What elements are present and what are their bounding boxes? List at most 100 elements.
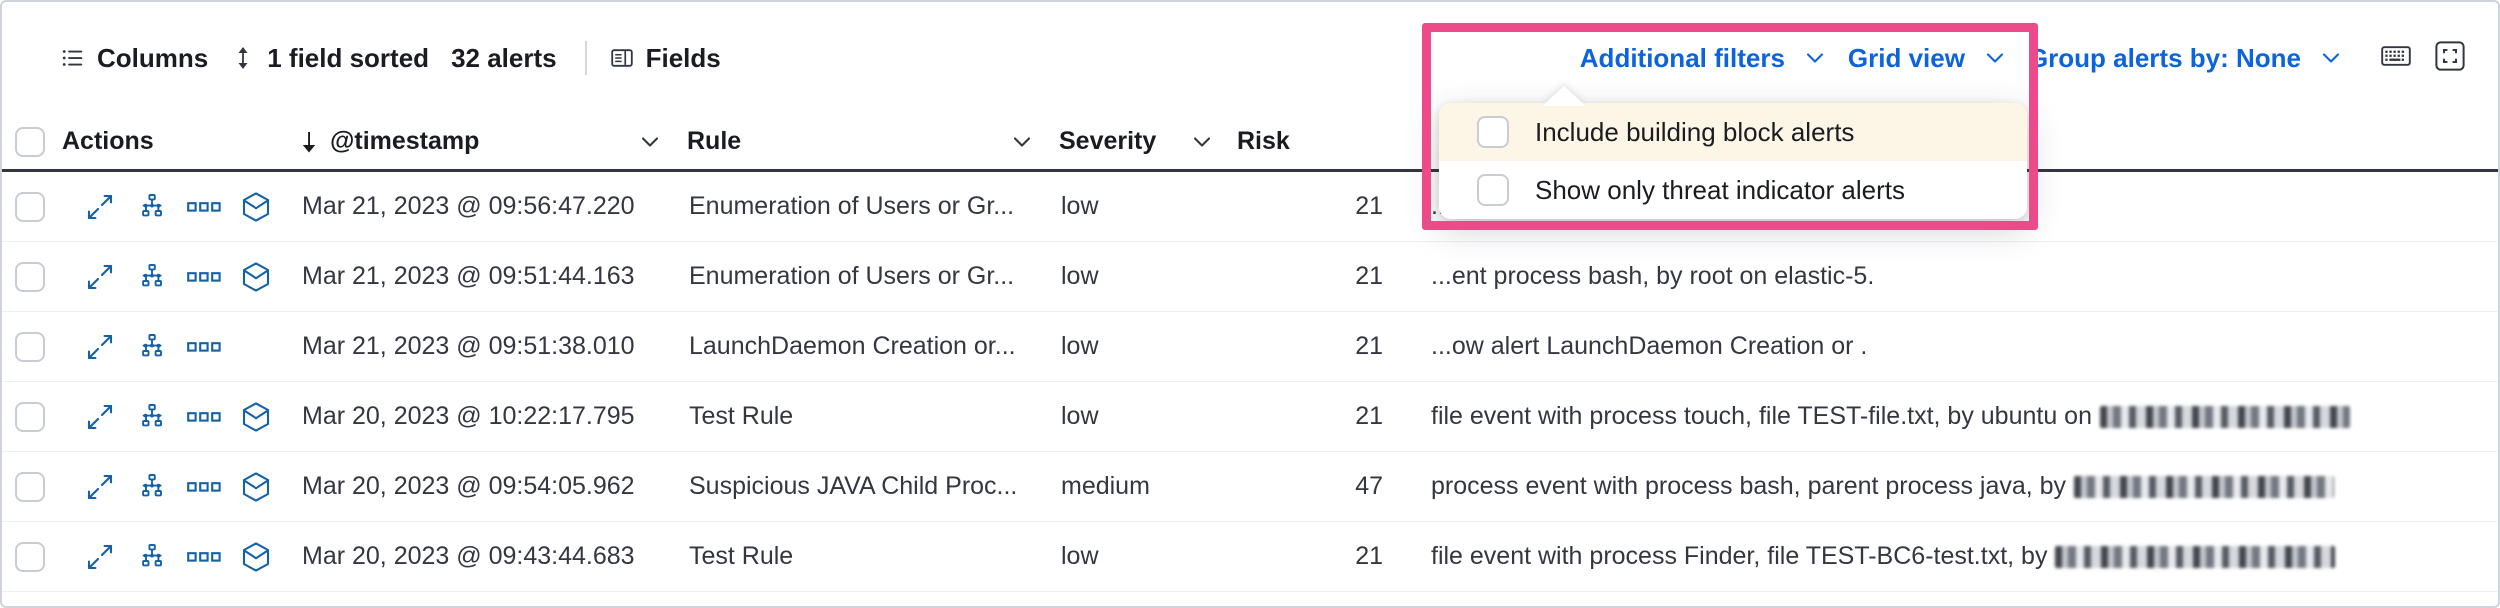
cell-severity[interactable]: low <box>1055 242 1235 311</box>
cell-risk-score[interactable]: 21 <box>1235 382 1405 451</box>
cell-rule[interactable]: Enumeration of Users or Gr... <box>683 172 1055 241</box>
cell-timestamp[interactable]: Mar 20, 2023 @ 09:54:05.962 <box>280 452 683 521</box>
row-actions-cell <box>58 242 280 311</box>
column-header-severity[interactable]: Severity <box>1055 114 1235 169</box>
analyze-event-button[interactable] <box>126 465 178 509</box>
more-actions-icon <box>187 409 221 425</box>
expand-button[interactable] <box>74 535 126 579</box>
cell-severity[interactable]: low <box>1055 172 1235 241</box>
cell-severity[interactable]: medium <box>1055 452 1235 521</box>
more-actions-button[interactable] <box>178 535 230 579</box>
cell-severity[interactable]: low <box>1055 312 1235 381</box>
table-row[interactable]: Mar 20, 2023 @ 09:43:38.348Malware Preve… <box>2 592 2498 606</box>
cell-timestamp[interactable]: Mar 21, 2023 @ 09:51:38.010 <box>280 312 683 381</box>
cell-severity[interactable]: low <box>1055 382 1235 451</box>
row-select-checkbox[interactable] <box>15 262 45 292</box>
column-header-rule[interactable]: Rule <box>683 114 1055 169</box>
cell-risk-score[interactable]: 21 <box>1235 172 1405 241</box>
analyze-event-button[interactable] <box>126 325 178 369</box>
fields-button[interactable]: Fields <box>609 39 743 77</box>
column-header-timestamp[interactable]: @timestamp <box>280 114 683 169</box>
column-header-actions[interactable]: Actions <box>58 114 280 169</box>
table-row[interactable]: Mar 21, 2023 @ 09:51:44.163Enumeration o… <box>2 242 2498 312</box>
keyboard-shortcuts-button[interactable] <box>2374 36 2418 80</box>
additional-filters-button[interactable]: Additional filters <box>1580 39 1848 77</box>
popover-item-include-building-block[interactable]: Include building block alerts <box>1439 103 2027 161</box>
cell-rule[interactable]: Enumeration of Users or Gr... <box>683 242 1055 311</box>
more-actions-button[interactable] <box>178 325 230 369</box>
expand-button[interactable] <box>74 325 126 369</box>
table-row[interactable]: Mar 20, 2023 @ 10:22:17.795Test Rulelow2… <box>2 382 2498 452</box>
session-view-button[interactable] <box>230 605 280 607</box>
cell-reason[interactable]: file event with process touch, file TEST… <box>1405 382 2498 451</box>
cell-timestamp[interactable]: Mar 21, 2023 @ 09:56:47.220 <box>280 172 683 241</box>
cell-timestamp[interactable]: Mar 20, 2023 @ 10:22:17.795 <box>280 382 683 451</box>
expand-button[interactable] <box>74 185 126 229</box>
cell-rule[interactable]: Test Rule <box>683 522 1055 591</box>
expand-button[interactable] <box>74 395 126 439</box>
full-screen-button[interactable] <box>2428 36 2472 80</box>
cell-rule[interactable]: LaunchDaemon Creation or... <box>683 312 1055 381</box>
column-header-risk[interactable]: Risk <box>1235 114 1405 169</box>
cell-rule[interactable]: Suspicious JAVA Child Proc... <box>683 452 1055 521</box>
columns-button[interactable]: Columns <box>60 39 230 77</box>
more-actions-button[interactable] <box>178 255 230 299</box>
row-select-checkbox[interactable] <box>15 332 45 362</box>
select-all-checkbox[interactable] <box>15 127 45 157</box>
cell-reason[interactable]: process event with process bash, parent … <box>1405 452 2498 521</box>
cell-timestamp[interactable]: Mar 20, 2023 @ 09:43:38.348 <box>280 592 683 606</box>
session-view-button[interactable] <box>230 465 280 509</box>
session-view-button[interactable] <box>230 185 280 229</box>
session-view-button[interactable] <box>230 535 280 579</box>
cell-reason[interactable]: file event with process Finder, file TES… <box>1405 522 2498 591</box>
analyze-event-button[interactable] <box>126 605 178 607</box>
grid-view-button[interactable]: Grid view <box>1848 39 2028 77</box>
analyze-event-button[interactable] <box>126 395 178 439</box>
cell-timestamp[interactable]: Mar 20, 2023 @ 09:43:44.683 <box>280 522 683 591</box>
table-row[interactable]: Mar 21, 2023 @ 09:51:38.010LaunchDaemon … <box>2 312 2498 382</box>
row-select-cell <box>2 242 58 311</box>
sort-fields-button[interactable]: 1 field sorted <box>230 39 451 77</box>
popover-item-threat-indicator[interactable]: Show only threat indicator alerts <box>1439 161 2027 219</box>
cell-severity[interactable]: low <box>1055 522 1235 591</box>
chevron-down-icon[interactable] <box>1011 131 1033 153</box>
cell-risk-score[interactable]: 47 <box>1235 452 1405 521</box>
table-row[interactable]: Mar 20, 2023 @ 09:54:05.962Suspicious JA… <box>2 452 2498 522</box>
expand-button[interactable] <box>74 465 126 509</box>
cell-rule[interactable]: Test Rule <box>683 382 1055 451</box>
table-row[interactable]: Mar 21, 2023 @ 09:56:47.220Enumeration o… <box>2 172 2498 242</box>
more-actions-button[interactable] <box>178 395 230 439</box>
group-alerts-by-button[interactable]: Group alerts by: None <box>2028 39 2364 77</box>
session-view-button[interactable] <box>230 255 280 299</box>
row-select-checkbox[interactable] <box>15 542 45 572</box>
table-row[interactable]: Mar 20, 2023 @ 09:43:44.683Test Rule low2… <box>2 522 2498 592</box>
cell-rule-text: Test Rule <box>687 542 793 571</box>
cell-reason[interactable]: malware, intrusion_detection, file event… <box>1405 592 2498 606</box>
cell-risk-score[interactable]: 21 <box>1235 522 1405 591</box>
show-only-threat-indicator-checkbox[interactable] <box>1477 174 1509 206</box>
chevron-down-icon[interactable] <box>639 131 661 153</box>
analyze-event-button[interactable] <box>126 535 178 579</box>
session-view-button[interactable] <box>230 395 280 439</box>
cell-severity[interactable]: high <box>1055 592 1235 606</box>
analyze-event-button[interactable] <box>126 255 178 299</box>
cell-risk-score[interactable]: 73 <box>1235 592 1405 606</box>
more-actions-button[interactable] <box>178 185 230 229</box>
cell-rule[interactable]: Malware Prevention Alert <box>683 592 1055 606</box>
row-select-checkbox[interactable] <box>15 192 45 222</box>
more-actions-button[interactable] <box>178 465 230 509</box>
chevron-down-icon[interactable] <box>1191 131 1213 153</box>
cell-risk-score[interactable]: 21 <box>1235 242 1405 311</box>
analyze-event-button[interactable] <box>126 185 178 229</box>
sort-desc-icon <box>298 130 320 154</box>
cell-risk-score[interactable]: 21 <box>1235 312 1405 381</box>
expand-button[interactable] <box>74 605 126 607</box>
row-select-checkbox[interactable] <box>15 402 45 432</box>
cell-reason[interactable]: ...ow alert LaunchDaemon Creation or . <box>1405 312 2498 381</box>
row-select-checkbox[interactable] <box>15 472 45 502</box>
expand-button[interactable] <box>74 255 126 299</box>
cell-reason[interactable]: ...ent process bash, by root on elastic-… <box>1405 242 2498 311</box>
include-building-block-checkbox[interactable] <box>1477 116 1509 148</box>
cell-timestamp[interactable]: Mar 21, 2023 @ 09:51:44.163 <box>280 242 683 311</box>
more-actions-button[interactable] <box>178 605 230 607</box>
